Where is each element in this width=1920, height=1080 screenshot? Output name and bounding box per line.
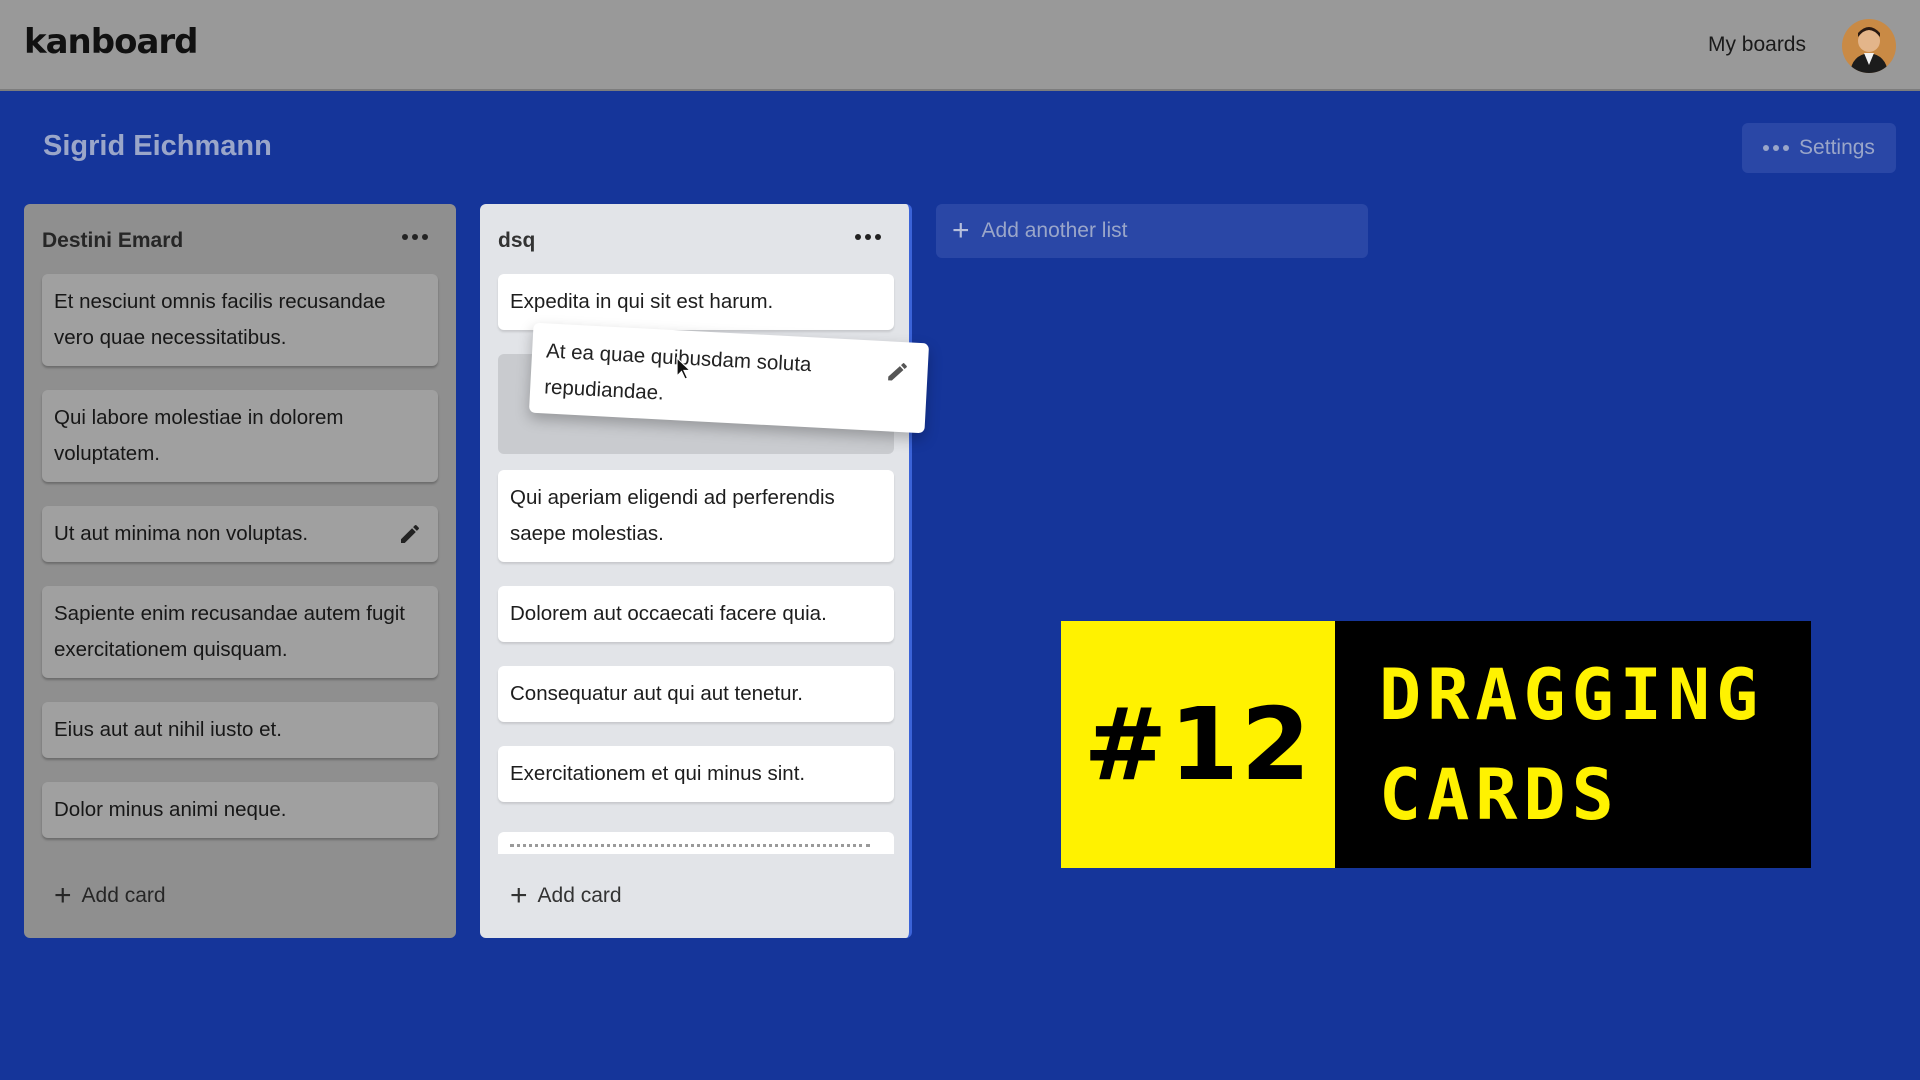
- settings-label: Settings: [1799, 136, 1875, 159]
- episode-title-line1: DRAGGING: [1379, 653, 1765, 736]
- card[interactable]: Dolor minus animi neque.: [42, 782, 438, 838]
- add-list-button[interactable]: + Add another list: [936, 204, 1368, 258]
- board-title: Sigrid Eichmann: [43, 130, 272, 162]
- list-destini-emard: Destini Emard Et nesciunt omnis facilis …: [24, 204, 456, 938]
- app-logo[interactable]: kanboard: [24, 22, 199, 62]
- avatar-image: [1842, 19, 1896, 73]
- card[interactable]: Qui labore molestiae in dolorem voluptat…: [42, 390, 438, 482]
- list-title[interactable]: dsq: [498, 229, 535, 253]
- user-avatar[interactable]: [1842, 19, 1896, 73]
- mouse-pointer-icon: [676, 357, 692, 380]
- episode-title-line2: CARDS: [1379, 753, 1620, 836]
- add-list-label: Add another list: [981, 219, 1128, 242]
- plus-icon: +: [952, 214, 970, 247]
- card-hovered[interactable]: Ut aut minima non voluptas.: [42, 506, 438, 562]
- card[interactable]: Expedita in qui sit est harum.: [498, 274, 894, 330]
- add-card-button[interactable]: + Add card: [510, 879, 622, 912]
- card-text: Ut aut minima non voluptas.: [54, 522, 309, 545]
- my-boards-link[interactable]: My boards: [1708, 33, 1806, 57]
- card[interactable]: Exercitationem et qui minus sint.: [498, 746, 894, 802]
- card-partially-visible[interactable]: [498, 832, 894, 854]
- more-horizontal-icon: [1763, 145, 1790, 151]
- top-navbar: kanboard My boards: [0, 0, 1920, 91]
- pencil-icon[interactable]: [398, 522, 422, 546]
- list-dsq: dsq Expedita in qui sit est harum. Qui a…: [480, 204, 912, 938]
- settings-button[interactable]: Settings: [1742, 123, 1896, 173]
- card[interactable]: Et nesciunt omnis facilis recusandae ver…: [42, 274, 438, 366]
- pencil-icon[interactable]: [885, 359, 910, 384]
- episode-banner: #12 DRAGGING CARDS: [1061, 621, 1811, 868]
- card[interactable]: Consequatur aut qui aut tenetur.: [498, 666, 894, 722]
- card[interactable]: Sapiente enim recusandae autem fugit exe…: [42, 586, 438, 678]
- add-card-label: Add card: [537, 884, 622, 907]
- list-menu-icon[interactable]: [855, 234, 881, 240]
- list-title[interactable]: Destini Emard: [42, 229, 183, 253]
- card[interactable]: Qui aperiam eligendi ad perferendis saep…: [498, 470, 894, 562]
- episode-title: DRAGGING CARDS: [1335, 621, 1811, 868]
- list-menu-icon[interactable]: [402, 234, 428, 240]
- card[interactable]: Eius aut aut nihil iusto et.: [42, 702, 438, 758]
- add-card-button[interactable]: + Add card: [54, 879, 166, 912]
- card[interactable]: Dolorem aut occaecati facere quia.: [498, 586, 894, 642]
- add-card-label: Add card: [81, 884, 166, 907]
- plus-icon: +: [510, 879, 528, 912]
- plus-icon: +: [54, 879, 72, 912]
- episode-number: #12: [1061, 621, 1335, 868]
